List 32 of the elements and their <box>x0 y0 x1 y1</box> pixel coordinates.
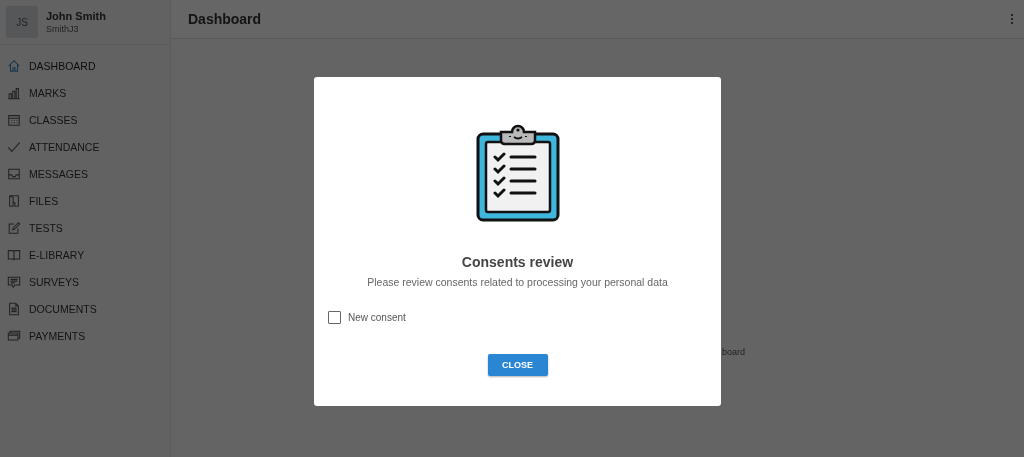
close-button[interactable]: CLOSE <box>487 354 548 376</box>
message-icon <box>7 274 21 289</box>
sidebar-item[interactable]: ATTENDANCE <box>0 133 170 160</box>
document-icon <box>7 301 21 316</box>
sidebar-item[interactable]: E-LIBRARY <box>0 241 170 268</box>
dialog-subtitle: Please review consents related to processing your personal data <box>367 276 668 288</box>
sidebar-item[interactable]: MARKS <box>0 79 170 106</box>
sidebar-item[interactable]: DOCUMENTS <box>0 295 170 322</box>
sidebar-item[interactable]: MESSAGES <box>0 160 170 187</box>
sidebar-item[interactable]: CLASSES <box>0 106 170 133</box>
consent-label: New consent <box>348 312 406 323</box>
sidebar-item[interactable]: FILES <box>0 187 170 214</box>
consent-checkbox[interactable] <box>328 311 341 324</box>
sidebar-item[interactable]: DASHBOARD <box>0 52 170 79</box>
calendar-icon <box>7 112 21 127</box>
checkmark-icon <box>7 139 21 154</box>
dialog-title: Consents review <box>461 254 574 270</box>
home-icon <box>7 58 21 73</box>
page-title: Dashboard <box>188 11 262 27</box>
bar-chart-icon <box>7 85 21 100</box>
sidebar-item[interactable]: PAYMENTS <box>0 322 170 349</box>
more-menu-icon[interactable] <box>1010 13 1014 25</box>
folder-icon <box>7 193 21 208</box>
sidebar-item[interactable]: TESTS <box>0 214 170 241</box>
user-name: John Smith <box>46 10 106 22</box>
dashboard-text: board <box>722 347 746 357</box>
cards-icon <box>7 328 21 343</box>
sidebar-item[interactable]: SURVEYS <box>0 268 170 295</box>
edit-icon <box>7 220 21 235</box>
user-login: SmithJ3 <box>46 24 80 34</box>
inbox-icon <box>7 166 21 181</box>
book-icon <box>7 247 21 262</box>
